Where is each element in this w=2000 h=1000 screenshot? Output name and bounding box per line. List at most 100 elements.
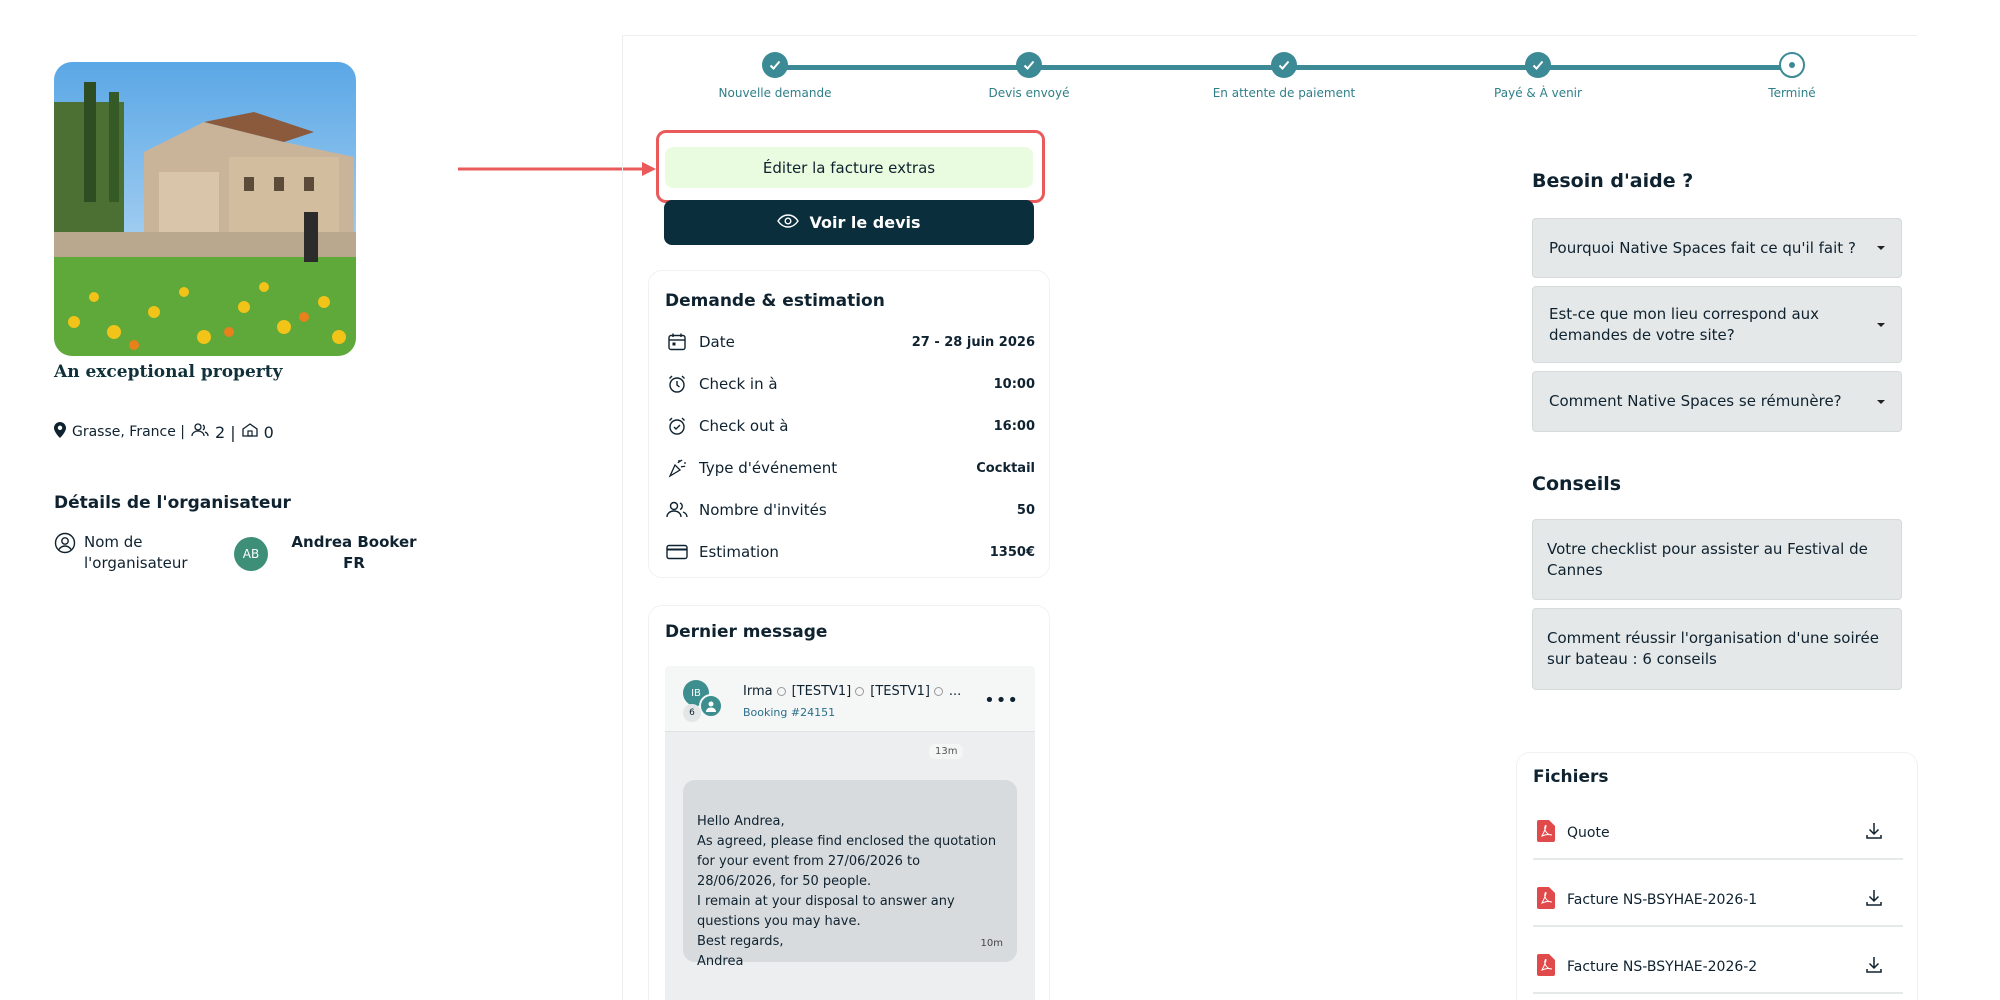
estimate-value: 1350€ xyxy=(989,544,1035,560)
alarm-clock-icon xyxy=(665,414,689,438)
booking-stepper: Nouvelle demande Devis envoyé En attente… xyxy=(700,52,1860,112)
property-title: An exceptional property xyxy=(54,362,283,382)
participant-name: [TESTV1] xyxy=(870,684,930,699)
tip-item-cannes[interactable]: Votre checklist pour assister au Festiva… xyxy=(1532,519,1902,600)
message-time: 10m xyxy=(980,938,1003,949)
step-attente-paiement: En attente de paiement xyxy=(1209,52,1359,100)
caret-down-icon xyxy=(1877,246,1885,250)
time-divider: 13m xyxy=(929,744,964,759)
guests-icon xyxy=(191,423,209,441)
eye-icon xyxy=(777,213,800,232)
caret-down-icon xyxy=(1877,322,1885,327)
file-item[interactable]: Facture NS-BSYHAE-2026-2 xyxy=(1533,942,1903,994)
message-bubble: Hello Andrea, As agreed, please find enc… xyxy=(683,780,1017,969)
estimate-label: Date xyxy=(699,333,735,351)
property-photo xyxy=(54,62,356,356)
edit-extras-invoice-button[interactable]: Éditer la facture extras xyxy=(665,147,1033,188)
download-icon[interactable] xyxy=(1865,822,1883,844)
property-meta: Grasse, France | 2 | 0 xyxy=(54,422,274,442)
estimate-label: Nombre d'invités xyxy=(699,501,827,519)
organizer-row: Nom de l'organisateur AB Andrea Booker F… xyxy=(54,532,434,574)
users-icon xyxy=(665,498,689,522)
estimate-row-event-type: Type d'événement Cocktail xyxy=(665,453,1035,483)
faq-item-pricing[interactable]: Comment Native Spaces se rémunère? xyxy=(1532,371,1902,432)
property-rooms: 0 xyxy=(263,422,274,442)
step-label: Devis envoyé xyxy=(988,86,1070,100)
faq-question: Est-ce que mon lieu correspond aux deman… xyxy=(1549,304,1820,344)
current-step-icon xyxy=(1779,52,1805,78)
participant-name: Irma xyxy=(743,684,773,699)
credit-card-icon xyxy=(665,540,689,564)
avatar-user-icon xyxy=(699,694,723,718)
status-ring-icon xyxy=(776,687,786,696)
help-section-title: Besoin d'aide ? xyxy=(1532,170,1694,192)
tip-label: Votre checklist pour assister au Festiva… xyxy=(1547,539,1868,579)
participant-name: [TESTV1] xyxy=(791,684,852,699)
organizer-name: Andrea Booker FR xyxy=(291,533,417,572)
estimate-row-guests: Nombre d'invités 50 xyxy=(665,495,1035,525)
estimate-value: 10:00 xyxy=(993,376,1035,392)
user-circle-icon xyxy=(54,532,76,574)
estimate-value: 50 xyxy=(1016,502,1035,518)
estimate-label: Estimation xyxy=(699,543,779,561)
estimate-label: Check out à xyxy=(699,417,789,435)
message-thread[interactable]: IB 6 Irma [TESTV1] [TESTV1] ... Booking … xyxy=(665,666,1035,1000)
participant-overflow: ... xyxy=(948,684,962,699)
check-icon xyxy=(1271,52,1297,78)
view-quote-label: Voir le devis xyxy=(809,213,921,232)
file-name: Facture NS-BSYHAE-2026-1 xyxy=(1567,892,1758,908)
step-label: Payé & À venir xyxy=(1494,86,1582,100)
caret-down-icon xyxy=(1877,399,1885,404)
check-icon xyxy=(1016,52,1042,78)
participants-list: Irma [TESTV1] [TESTV1] ... xyxy=(743,684,961,699)
participant: Irma xyxy=(743,684,786,699)
participant-count-badge: 6 xyxy=(683,704,701,722)
tips-section-title: Conseils xyxy=(1532,473,1622,495)
thread-header[interactable]: IB 6 Irma [TESTV1] [TESTV1] ... Booking … xyxy=(665,666,1035,732)
status-ring-icon xyxy=(933,687,943,696)
estimate-label: Check in à xyxy=(699,375,778,393)
last-message-card: Dernier message IB 6 Irma [TESTV1] [TEST… xyxy=(648,605,1050,1000)
faq-item-match[interactable]: Est-ce que mon lieu correspond aux deman… xyxy=(1532,286,1902,363)
organizer-label: Nom de l'organisateur xyxy=(84,533,188,572)
pdf-file-icon xyxy=(1537,887,1555,913)
faq-item-why[interactable]: Pourquoi Native Spaces fait ce qu'il fai… xyxy=(1532,218,1902,278)
estimate-value: Cocktail xyxy=(976,460,1035,476)
download-icon[interactable] xyxy=(1865,889,1883,911)
files-card: Fichiers Quote Facture NS-BSYHAE-2026-1 … xyxy=(1516,752,1918,1000)
pdf-file-icon xyxy=(1537,954,1555,980)
faq-question: Pourquoi Native Spaces fait ce qu'il fai… xyxy=(1549,238,1856,257)
view-quote-button[interactable]: Voir le devis xyxy=(664,200,1034,245)
booking-reference: Booking #24151 xyxy=(743,706,836,719)
participant: [TESTV1] xyxy=(792,684,865,699)
participant: [TESTV1] xyxy=(870,684,943,699)
step-termine: Terminé xyxy=(1717,52,1867,100)
estimate-row-check-in: Check in à 10:00 xyxy=(665,369,1035,399)
last-message-title: Dernier message xyxy=(665,622,828,642)
tip-item-boat-party[interactable]: Comment réussir l'organisation d'une soi… xyxy=(1532,608,1902,690)
estimate-title: Demande & estimation xyxy=(665,291,885,311)
file-item[interactable]: Facture NS-BSYHAE-2026-1 xyxy=(1533,875,1903,927)
estimate-row-date: Date 27 - 28 juin 2026 xyxy=(665,327,1035,357)
download-icon[interactable] xyxy=(1865,956,1883,978)
estimate-value: 16:00 xyxy=(993,418,1035,434)
step-nouvelle-demande: Nouvelle demande xyxy=(700,52,850,100)
status-ring-icon xyxy=(855,687,865,696)
file-item[interactable]: Quote xyxy=(1533,808,1903,860)
location-pin-icon xyxy=(54,422,66,442)
estimate-value: 27 - 28 juin 2026 xyxy=(911,334,1035,350)
building-icon xyxy=(242,423,258,441)
calendar-icon xyxy=(665,330,689,354)
estimate-label: Type d'événement xyxy=(699,459,838,477)
more-options-icon[interactable]: ••• xyxy=(984,690,1019,711)
organizer-section-title: Détails de l'organisateur xyxy=(54,493,291,513)
step-label: Terminé xyxy=(1768,86,1816,100)
estimate-row-check-out: Check out à 16:00 xyxy=(665,411,1035,441)
pdf-file-icon xyxy=(1537,820,1555,846)
party-popper-icon xyxy=(665,456,689,480)
property-guests: 2 | xyxy=(215,422,236,442)
estimate-card: Demande & estimation Date 27 - 28 juin 2… xyxy=(648,270,1050,578)
files-title: Fichiers xyxy=(1533,767,1609,787)
step-label: En attente de paiement xyxy=(1212,86,1356,100)
faq-question: Comment Native Spaces se rémunère? xyxy=(1549,392,1842,410)
